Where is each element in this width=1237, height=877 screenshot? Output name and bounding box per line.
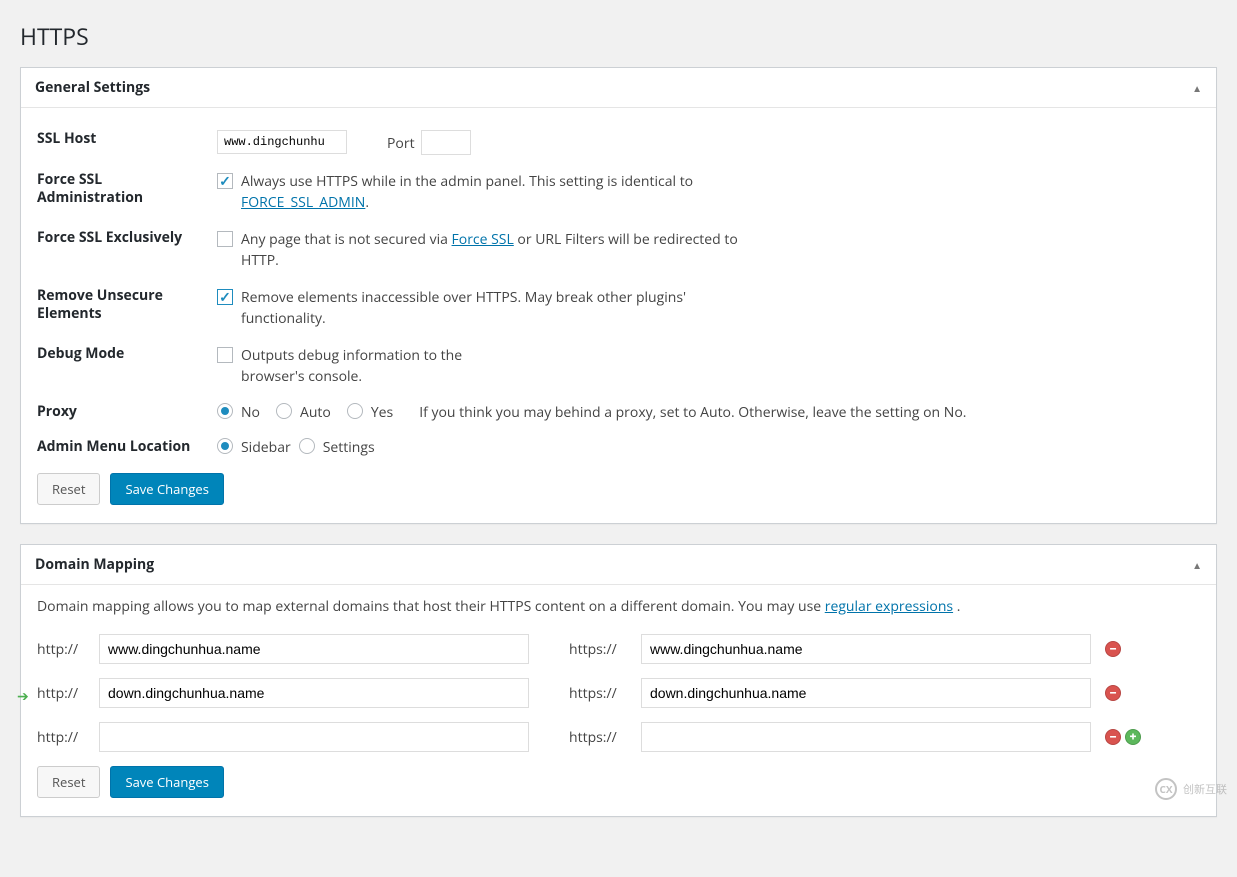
remove-row-icon[interactable]: − [1105,685,1121,701]
remove-row-icon[interactable]: − [1105,641,1121,657]
proxy-yes-radio[interactable] [347,403,363,419]
admin-menu-sidebar-label: Sidebar [241,438,291,457]
domain-mapping-panel: Domain Mapping ▲ Domain mapping allows y… [20,544,1217,817]
admin-menu-settings-radio[interactable] [299,438,315,454]
https-scheme-label: https:// [569,728,641,747]
force-ssl-exclusively-checkbox[interactable] [217,231,233,247]
force-ssl-admin-link[interactable]: FORCE_SSL_ADMIN [241,193,365,212]
http-scheme-label: http:// [37,728,99,747]
general-reset-button[interactable]: Reset [37,473,100,505]
debug-mode-checkbox[interactable] [217,347,233,363]
port-label: Port [387,130,415,153]
ssl-host-label: SSL Host [37,130,217,148]
debug-mode-label: Debug Mode [37,345,217,363]
force-ssl-admin-desc: Always use HTTPS while in the admin pane… [241,171,761,213]
domain-mapping-header[interactable]: Domain Mapping ▲ [21,545,1216,585]
row-actions: −+ [1105,729,1141,745]
row-actions: − [1105,641,1121,657]
proxy-no-radio[interactable] [217,403,233,419]
dm-save-button[interactable]: Save Changes [110,766,223,798]
https-scheme-label: https:// [569,640,641,659]
general-save-button[interactable]: Save Changes [110,473,223,505]
admin-menu-label: Admin Menu Location [37,438,217,456]
remove-unsecure-checkbox[interactable] [217,289,233,305]
http-scheme-label: http:// [37,640,99,659]
remove-unsecure-label: Remove Unsecure Elements [37,287,217,323]
page-title: HTTPS [20,20,1217,52]
admin-menu-sidebar-radio[interactable] [217,438,233,454]
watermark-text: 创新互联 [1183,781,1227,797]
collapse-icon[interactable]: ▲ [1192,558,1202,572]
proxy-hint: If you think you may behind a proxy, set… [419,403,966,422]
force-ssl-exclusively-desc: Any page that is not secured via Force S… [241,229,761,271]
remove-unsecure-desc: Remove elements inaccessible over HTTPS.… [241,287,761,329]
ssl-host-input[interactable] [217,130,347,154]
domain-mapping-heading: Domain Mapping [35,555,154,574]
add-row-icon[interactable]: + [1125,729,1141,745]
proxy-no-label: No [241,403,260,422]
debug-mode-desc: Outputs debug information to the browser… [241,345,501,387]
proxy-label: Proxy [37,403,217,421]
domain-mapping-row: http://https://−➔ [37,678,1200,708]
arrow-marker-icon: ➔ [17,687,29,706]
collapse-icon[interactable]: ▲ [1192,81,1202,95]
dm-reset-button[interactable]: Reset [37,766,100,798]
force-ssl-admin-checkbox[interactable] [217,173,233,189]
remove-row-icon[interactable]: − [1105,729,1121,745]
regex-link[interactable]: regular expressions [825,597,953,616]
http-domain-input[interactable] [99,678,529,708]
https-domain-input[interactable] [641,678,1091,708]
admin-menu-settings-label: Settings [323,438,375,457]
http-scheme-label: http:// [37,684,99,703]
http-domain-input[interactable] [99,722,529,752]
force-ssl-admin-label: Force SSL Administration [37,171,217,207]
row-actions: − [1105,685,1121,701]
http-domain-input[interactable] [99,634,529,664]
watermark-logo-icon: CX [1155,778,1177,800]
port-input[interactable] [421,130,471,155]
proxy-yes-label: Yes [371,403,393,422]
force-ssl-link[interactable]: Force SSL [452,230,514,249]
https-domain-input[interactable] [641,722,1091,752]
domain-mapping-row: http:// https:// −+ [37,722,1200,752]
general-settings-heading: General Settings [35,78,150,97]
watermark: CX 创新互联 [1155,778,1227,800]
https-scheme-label: https:// [569,684,641,703]
domain-mapping-row: http:// https:// − [37,634,1200,664]
proxy-auto-label: Auto [300,403,331,422]
force-ssl-exclusively-label: Force SSL Exclusively [37,229,217,247]
proxy-auto-radio[interactable] [276,403,292,419]
https-domain-input[interactable] [641,634,1091,664]
domain-mapping-desc: Domain mapping allows you to map externa… [37,597,1200,616]
general-settings-header[interactable]: General Settings ▲ [21,68,1216,108]
general-settings-panel: General Settings ▲ SSL Host Port Force S… [20,67,1217,524]
